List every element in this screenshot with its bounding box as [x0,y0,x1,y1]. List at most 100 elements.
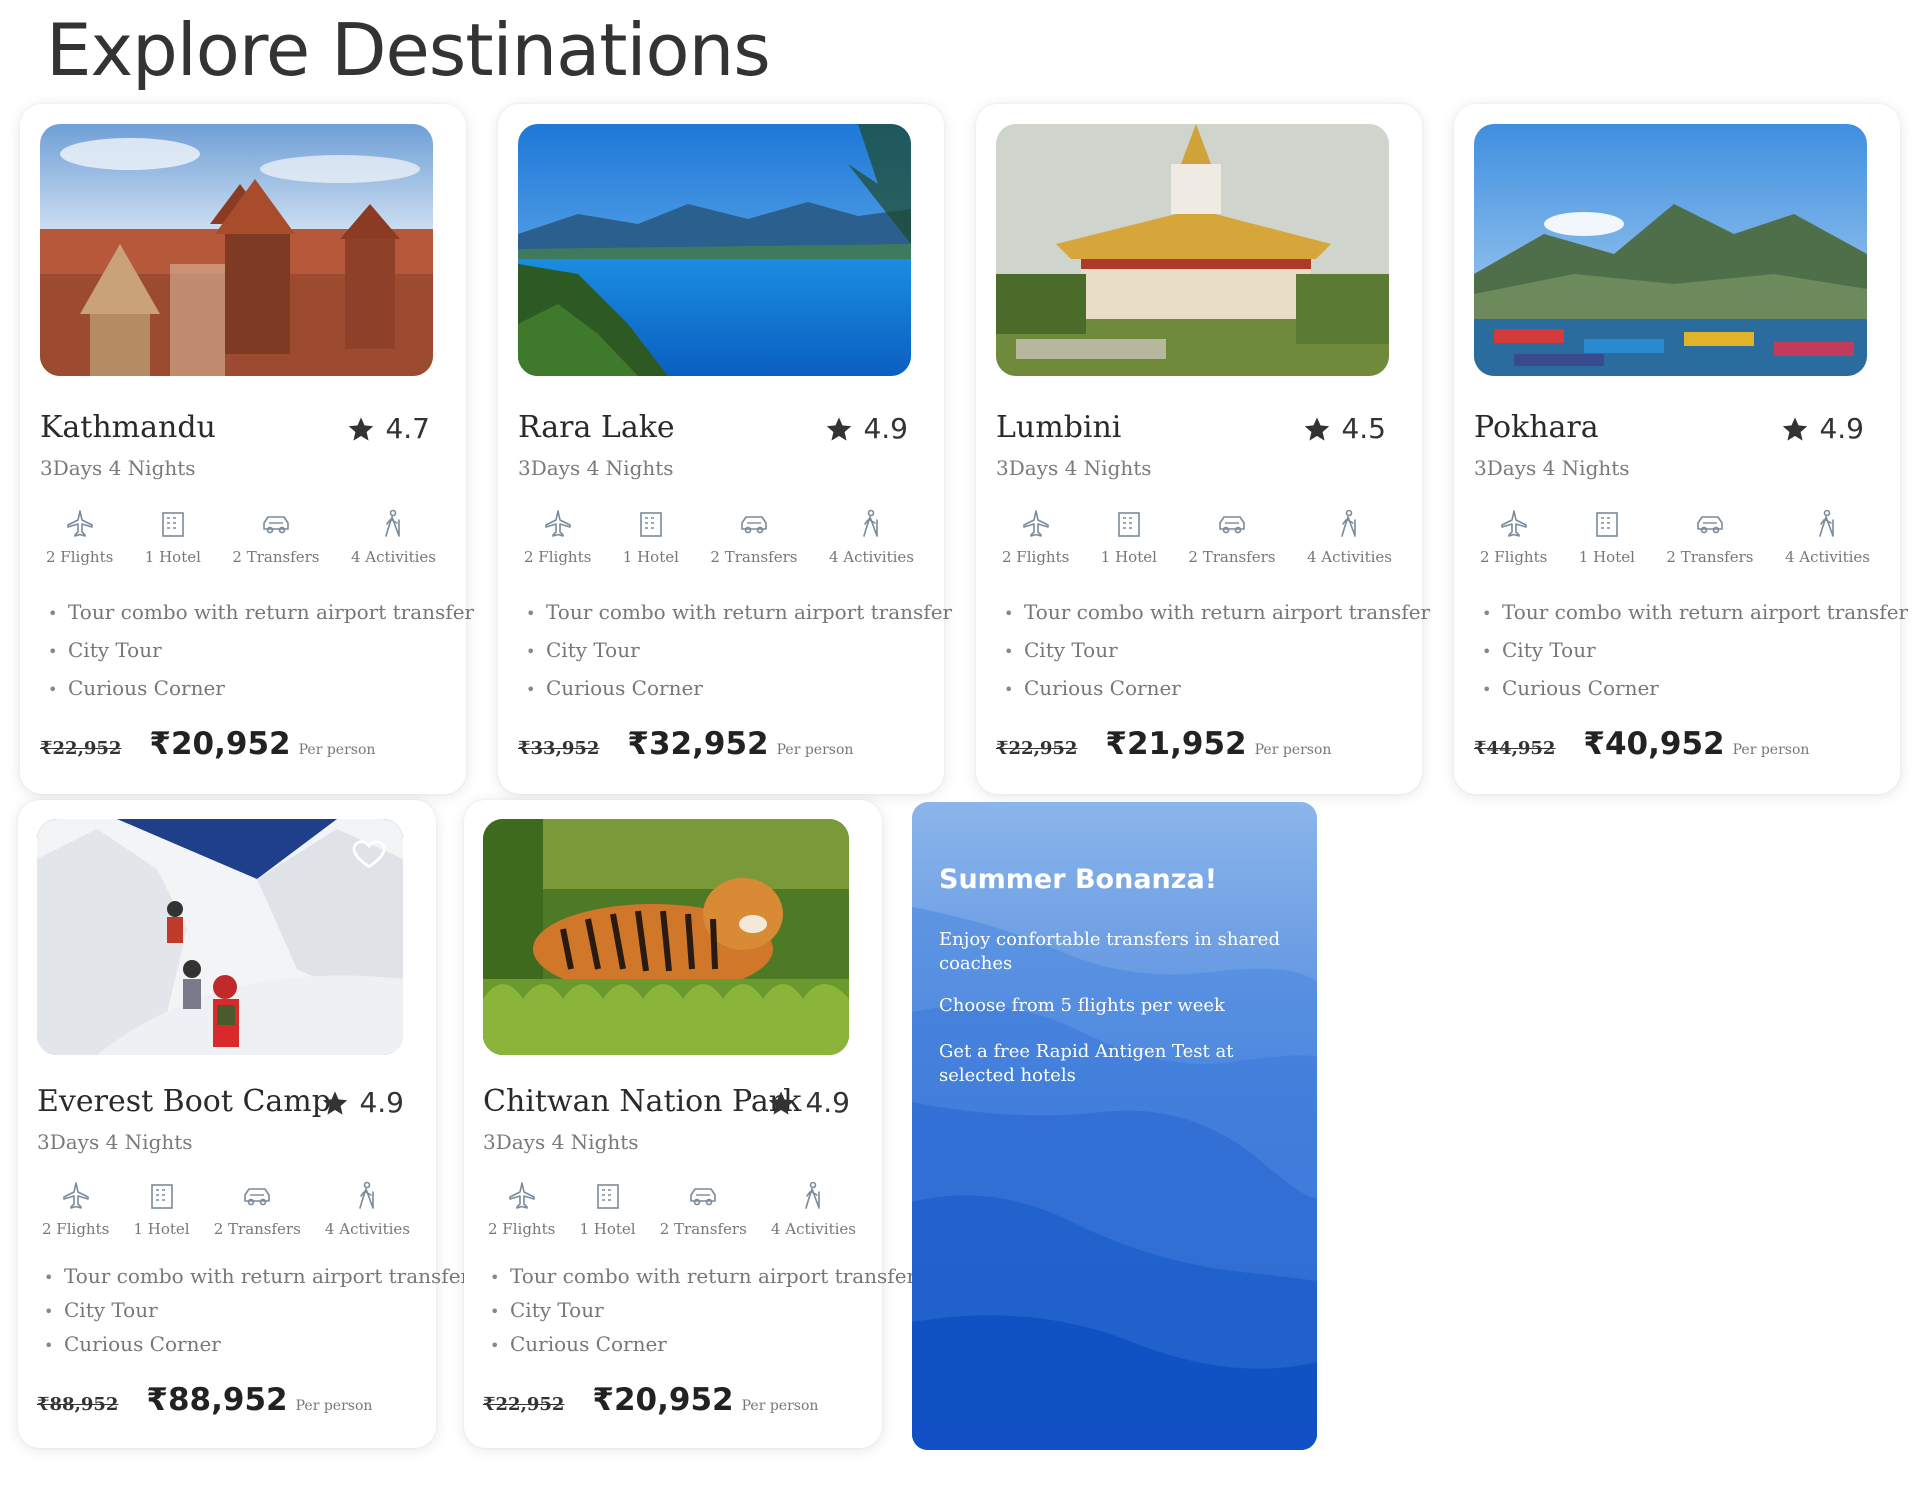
feature-label: 1 Hotel [1578,548,1635,566]
car-icon [244,1188,271,1206]
destination-name: Rara Lake [518,410,675,445]
feature-transfers: 2 Transfers [1188,508,1275,566]
highlight-item: Curious Corner [1482,670,1908,708]
hotel-icon [150,1184,173,1209]
plane-icon [62,1182,89,1209]
hotel-icon [596,1184,619,1209]
destination-image [996,124,1389,376]
destination-card-lumbini[interactable]: Lumbini 4.5 3Days 4 Nights 2 Flights 1 H… [976,104,1430,794]
highlight-item: Tour combo with return airport transfer [490,1260,916,1294]
hiker-icon [359,1181,375,1209]
old-price: ₹88,952 [37,1394,119,1415]
highlights-list: Tour combo with return airport transfer … [490,1260,916,1362]
highlights-list: Tour combo with return airport transfer … [1004,594,1430,708]
feature-label: 2 Flights [488,1220,556,1238]
highlight-item: Curious Corner [526,670,952,708]
old-price: ₹44,952 [1474,738,1556,759]
highlight-item: Curious Corner [48,670,474,708]
feature-label: 1 Hotel [144,548,201,566]
duration: 3Days 4 Nights [1474,456,1630,480]
rating: 4.7 [347,412,430,445]
destination-card-everest-boot-camp[interactable]: Everest Boot Camp 4.9 3Days 4 Nights 2 F… [18,800,470,1448]
destination-card-chitwan-nation-park[interactable]: Chitwan Nation Park 4.9 3Days 4 Nights 2… [464,800,916,1448]
per-person-label: Per person [776,742,854,758]
promo-banner[interactable]: Summer Bonanza! Enjoy confortable transf… [912,802,1317,1450]
star-icon [769,1090,794,1115]
feature-hotel: 1 Hotel [145,508,201,566]
highlight-item: Tour combo with return airport transfer [48,594,474,632]
feature-label: 1 Hotel [622,548,679,566]
highlights-list: Tour combo with return airport transfer … [44,1260,470,1362]
destination-image [40,124,433,376]
features-row: 2 Flights 1 Hotel 2 Transfers 4 Activiti… [42,1180,410,1238]
feature-transfers: 2 Transfers [660,1180,747,1238]
per-person-label: Per person [741,1398,819,1414]
rating-value: 4.7 [385,412,430,445]
old-price: ₹22,952 [996,738,1078,759]
features-row: 2 Flights 1 Hotel 2 Transfers 4 Activiti… [1480,508,1870,566]
feature-flights: 2 Flights [488,1180,555,1238]
highlights-list: Tour combo with return airport transfer … [48,594,474,708]
feature-label: 2 Flights [42,1220,110,1238]
pricing: ₹22,952 ₹20,952 Per person [40,726,375,762]
feature-flights: 2 Flights [46,508,113,566]
highlight-item: City Tour [1482,632,1908,670]
star-icon [1783,416,1808,441]
feature-hotel: 1 Hotel [1579,508,1635,566]
per-person-label: Per person [1254,742,1332,758]
feature-label: 4 Activities [350,548,436,566]
hotel-icon [1118,512,1140,537]
highlights-list: Tour combo with return airport transfer … [1482,594,1908,708]
destination-name: Lumbini [996,410,1122,445]
feature-flights: 2 Flights [1480,508,1547,566]
old-price: ₹22,952 [483,1394,565,1415]
destination-image [518,124,911,376]
price: ₹32,952 [627,726,769,762]
plane-icon [1500,510,1527,537]
feature-activities: 4 Activities [771,1180,856,1238]
rating: 4.9 [825,412,908,445]
feature-label: 2 Flights [1002,548,1070,566]
feature-transfers: 2 Transfers [232,508,319,566]
pricing: ₹44,952 ₹40,952 Per person [1474,726,1809,762]
hotel-icon [1596,512,1618,537]
pricing: ₹22,952 ₹20,952 Per person [483,1382,818,1418]
page-title: Explore Destinations [46,8,771,92]
highlight-item: City Tour [1004,632,1430,670]
feature-transfers: 2 Transfers [214,1180,301,1238]
highlights-list: Tour combo with return airport transfer … [526,594,952,708]
pricing: ₹33,952 ₹32,952 Per person [518,726,853,762]
plane-icon [1022,510,1049,537]
destination-card-rara-lake[interactable]: Rara Lake 4.9 3Days 4 Nights 2 Flights 1… [498,104,952,794]
promo-line: Enjoy confortable transfers in shared co… [939,929,1280,974]
car-icon [690,1188,717,1206]
star-icon [827,416,852,441]
feature-label: 1 Hotel [1100,548,1157,566]
highlight-item: City Tour [490,1294,916,1328]
heart-icon[interactable] [351,835,387,871]
destination-card-kathmandu[interactable]: Kathmandu 4.7 3Days 4 Nights 2 Flights 1… [20,104,474,794]
price: ₹20,952 [149,726,291,762]
price: ₹20,952 [592,1382,734,1418]
rating-value: 4.5 [1341,412,1386,445]
promo-line: Choose from 5 flights per week [939,995,1225,1016]
feature-activities: 4 Activities [1307,508,1392,566]
old-price: ₹22,952 [40,738,122,759]
rating-value: 4.9 [1819,412,1864,445]
car-icon [741,516,767,534]
rating-value: 4.9 [359,1086,404,1119]
per-person-label: Per person [1732,742,1810,758]
feature-label: 2 Transfers [710,548,798,566]
feature-label: 2 Transfers [1666,548,1754,566]
rating-value: 4.9 [863,412,908,445]
destination-name: Kathmandu [40,410,216,445]
feature-label: 1 Hotel [579,1220,636,1238]
feature-label: 2 Flights [524,548,592,566]
destination-card-pokhara[interactable]: Pokhara 4.9 3Days 4 Nights 2 Flights 1 H… [1454,104,1908,794]
features-row: 2 Flights 1 Hotel 2 Transfers 4 Activiti… [1002,508,1392,566]
feature-label: 2 Flights [1480,548,1548,566]
promo-background [912,802,1317,1450]
star-icon [323,1090,348,1115]
car-icon [1219,516,1245,534]
car-icon [1697,516,1723,534]
